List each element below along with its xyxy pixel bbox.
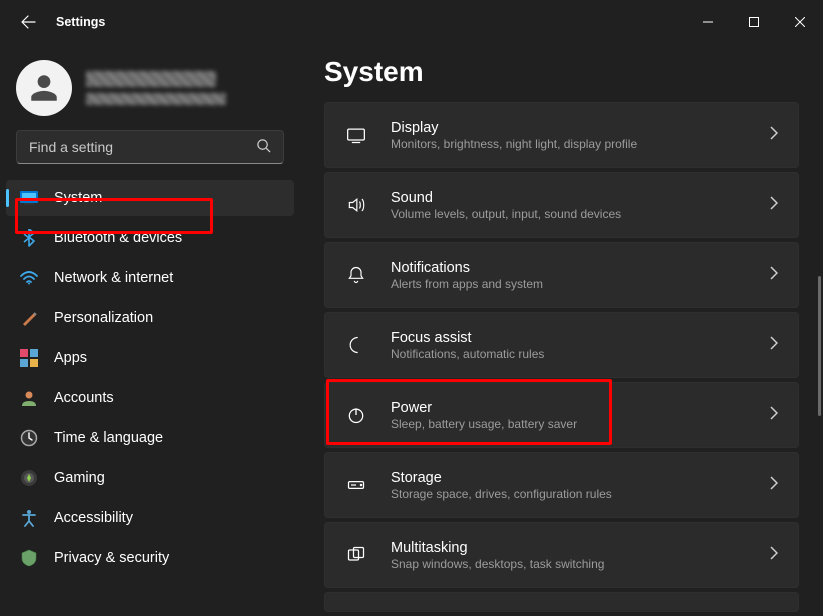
sidebar-item-accounts[interactable]: Accounts bbox=[6, 380, 294, 416]
sidebar-item-apps[interactable]: Apps bbox=[6, 340, 294, 376]
accessibility-icon bbox=[20, 509, 38, 527]
card-title: Sound bbox=[391, 190, 750, 206]
back-icon[interactable] bbox=[20, 14, 36, 30]
card-subtitle: Notifications, automatic rules bbox=[391, 347, 750, 361]
gaming-icon bbox=[20, 469, 38, 487]
sidebar-item-label: Bluetooth & devices bbox=[54, 230, 182, 246]
card-focus[interactable]: Focus assist Notifications, automatic ru… bbox=[324, 312, 799, 378]
sidebar-item-label: Time & language bbox=[54, 430, 163, 446]
display-icon bbox=[341, 125, 371, 145]
card-title: Display bbox=[391, 120, 750, 136]
multitasking-icon bbox=[341, 545, 371, 565]
chevron-right-icon bbox=[770, 196, 778, 215]
scrollbar-thumb[interactable] bbox=[818, 276, 821, 416]
sidebar-item-personalization[interactable]: Personalization bbox=[6, 300, 294, 336]
sidebar-item-label: Privacy & security bbox=[54, 550, 169, 566]
card-subtitle: Storage space, drives, configuration rul… bbox=[391, 487, 750, 501]
card-notifications[interactable]: Notifications Alerts from apps and syste… bbox=[324, 242, 799, 308]
profile-block[interactable] bbox=[0, 54, 300, 130]
window-titlebar: Settings bbox=[0, 0, 823, 44]
sidebar: Find a setting System Blu bbox=[0, 44, 300, 616]
chevron-right-icon bbox=[770, 406, 778, 425]
card-title: Storage bbox=[391, 470, 750, 486]
search-placeholder: Find a setting bbox=[29, 139, 113, 155]
page-title: System bbox=[324, 56, 799, 88]
person-icon bbox=[20, 389, 38, 407]
search-input[interactable]: Find a setting bbox=[16, 130, 284, 164]
sidebar-item-time[interactable]: Time & language bbox=[6, 420, 294, 456]
profile-name-redacted bbox=[86, 71, 216, 87]
minimize-button[interactable] bbox=[685, 7, 731, 37]
sidebar-item-privacy[interactable]: Privacy & security bbox=[6, 540, 294, 576]
sidebar-item-gaming[interactable]: Gaming bbox=[6, 460, 294, 496]
profile-mail-redacted bbox=[86, 93, 226, 105]
card-title: Multitasking bbox=[391, 540, 750, 556]
sidebar-item-label: System bbox=[54, 190, 102, 206]
sidebar-item-label: Gaming bbox=[54, 470, 105, 486]
storage-icon bbox=[341, 475, 371, 495]
card-title: Focus assist bbox=[391, 330, 750, 346]
clock-icon bbox=[20, 429, 38, 447]
chevron-right-icon bbox=[770, 336, 778, 355]
card-title: Power bbox=[391, 400, 750, 416]
chevron-right-icon bbox=[770, 126, 778, 145]
card-title: Notifications bbox=[391, 260, 750, 276]
sidebar-item-accessibility[interactable]: Accessibility bbox=[6, 500, 294, 536]
apps-icon bbox=[20, 349, 38, 367]
system-icon bbox=[20, 189, 38, 207]
card-subtitle: Snap windows, desktops, task switching bbox=[391, 557, 750, 571]
wifi-icon bbox=[20, 269, 38, 287]
sidebar-item-bluetooth[interactable]: Bluetooth & devices bbox=[6, 220, 294, 256]
bluetooth-icon bbox=[20, 229, 38, 247]
main-content: System Display Monitors, brightness, nig… bbox=[300, 44, 823, 616]
sidebar-nav: System Bluetooth & devices Network & int… bbox=[0, 176, 300, 576]
maximize-button[interactable] bbox=[731, 7, 777, 37]
card-power[interactable]: Power Sleep, battery usage, battery save… bbox=[324, 382, 799, 448]
sidebar-item-label: Network & internet bbox=[54, 270, 173, 286]
chevron-right-icon bbox=[770, 266, 778, 285]
sidebar-item-system[interactable]: System bbox=[6, 180, 294, 216]
power-icon bbox=[341, 405, 371, 425]
close-button[interactable] bbox=[777, 7, 823, 37]
chevron-right-icon bbox=[770, 546, 778, 565]
card-cutoff[interactable] bbox=[324, 592, 799, 612]
card-subtitle: Alerts from apps and system bbox=[391, 277, 750, 291]
sidebar-item-label: Apps bbox=[54, 350, 87, 366]
card-storage[interactable]: Storage Storage space, drives, configura… bbox=[324, 452, 799, 518]
sidebar-item-label: Accounts bbox=[54, 390, 114, 406]
sidebar-item-label: Personalization bbox=[54, 310, 153, 326]
bell-icon bbox=[341, 265, 371, 285]
avatar bbox=[16, 60, 72, 116]
moon-icon bbox=[341, 335, 371, 355]
card-sound[interactable]: Sound Volume levels, output, input, soun… bbox=[324, 172, 799, 238]
sound-icon bbox=[341, 195, 371, 215]
sidebar-item-label: Accessibility bbox=[54, 510, 133, 526]
card-subtitle: Volume levels, output, input, sound devi… bbox=[391, 207, 750, 221]
card-subtitle: Sleep, battery usage, battery saver bbox=[391, 417, 750, 431]
sidebar-item-network[interactable]: Network & internet bbox=[6, 260, 294, 296]
shield-icon bbox=[20, 549, 38, 567]
paintbrush-icon bbox=[20, 309, 38, 327]
window-title: Settings bbox=[56, 15, 105, 29]
card-subtitle: Monitors, brightness, night light, displ… bbox=[391, 137, 750, 151]
card-multitasking[interactable]: Multitasking Snap windows, desktops, tas… bbox=[324, 522, 799, 588]
chevron-right-icon bbox=[770, 476, 778, 495]
card-display[interactable]: Display Monitors, brightness, night ligh… bbox=[324, 102, 799, 168]
search-icon bbox=[256, 138, 271, 156]
